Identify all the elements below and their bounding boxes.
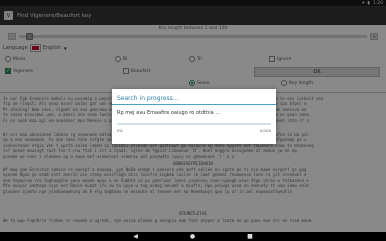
progress-percent: 0% — [117, 128, 124, 133]
dialog-message: Rp mej avu Emaafire oaiugo ro otdthia ..… — [117, 110, 221, 116]
home-icon[interactable]: ● — [190, 233, 195, 240]
navigation-bar: ◀ ● ■ — [0, 232, 386, 241]
dialog-divider — [112, 104, 276, 105]
progress-bar — [117, 123, 271, 125]
progress-dialog: Search in progress... Rp mej avu Emaafir… — [112, 89, 276, 144]
progress-count: 0/100 — [260, 128, 271, 133]
recents-icon[interactable]: ■ — [247, 233, 253, 240]
dialog-title: Search in progress... — [117, 95, 179, 102]
back-icon[interactable]: ◀ — [133, 233, 138, 240]
